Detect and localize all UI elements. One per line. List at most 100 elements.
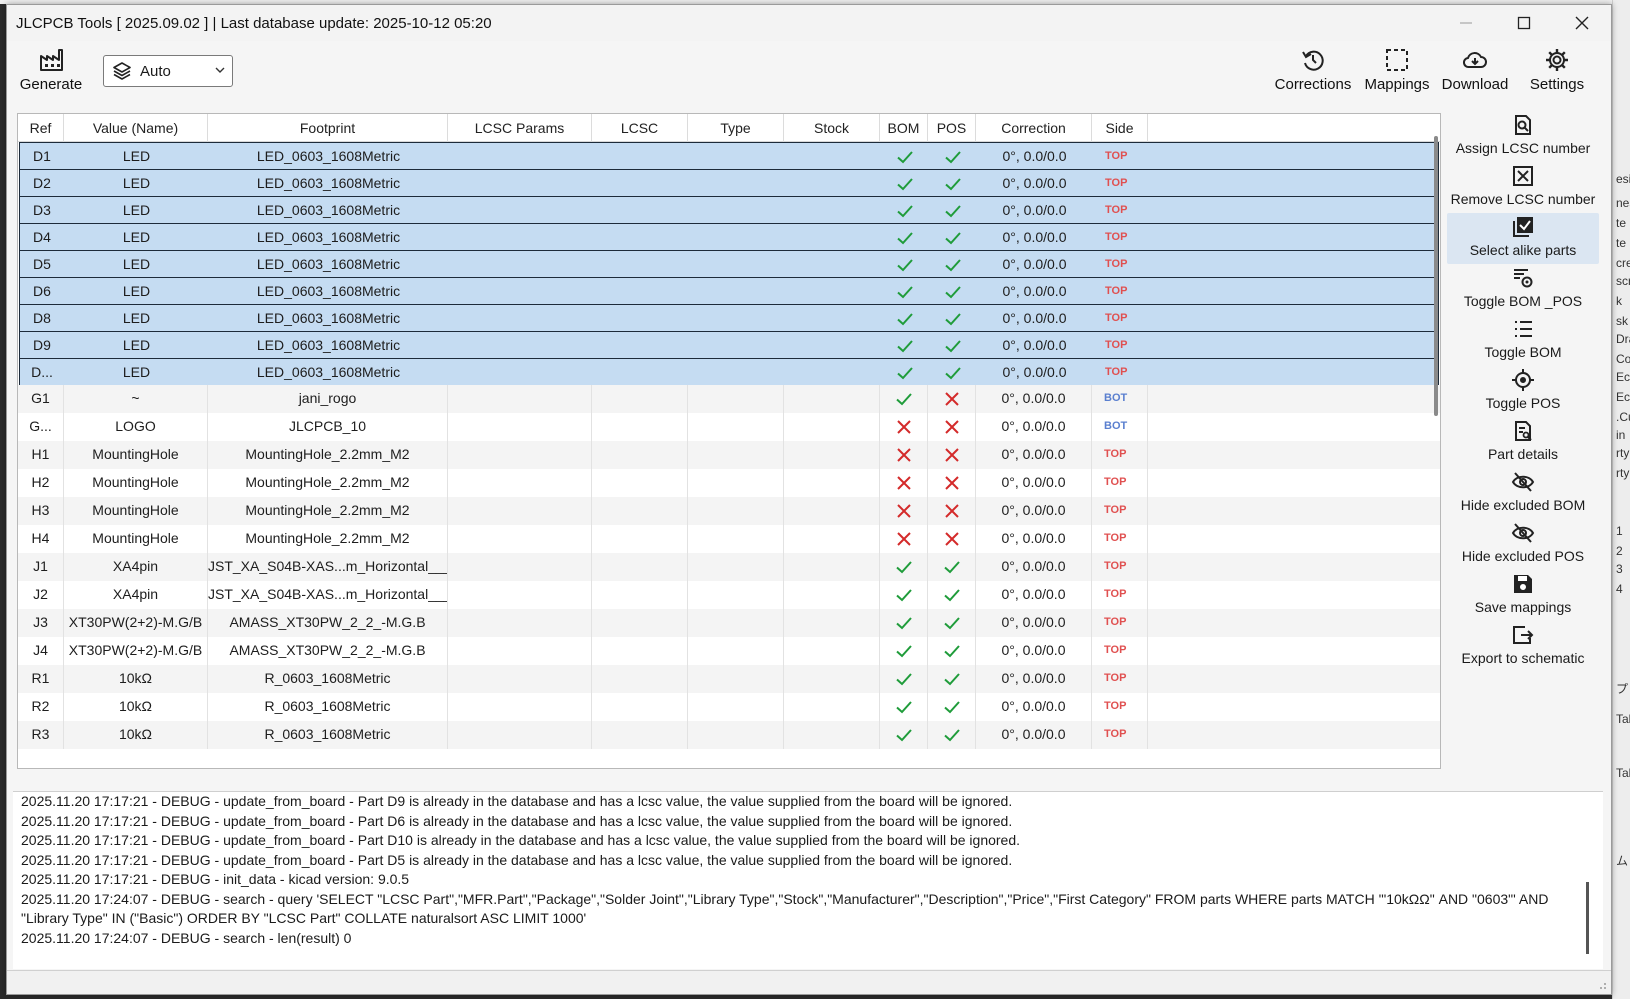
action-label: Hide excluded POS (1461, 548, 1585, 564)
table-row[interactable]: D8 LED LED_0603_1608Metric 0°, 0.0/0.0 TOP (19, 304, 1439, 332)
table-row[interactable]: H1 MountingHole MountingHole_2.2mm_M2 0°, 0… (18, 441, 1440, 469)
cell-type (689, 251, 785, 277)
cell-correction: 0°, 0.0/0.0 (1002, 310, 1067, 326)
column-header-value[interactable]: Value (Name) (64, 114, 208, 142)
cell-correction: 0°, 0.0/0.0 (976, 497, 1092, 525)
eye-off-icon (1511, 472, 1535, 492)
cell-lcsc-params (448, 525, 592, 553)
action-export-to-schematic-button[interactable]: Export to schematic (1447, 621, 1599, 672)
cell-bom (880, 693, 928, 721)
column-header-pos[interactable]: POS (928, 114, 976, 142)
table-row[interactable]: R1 10kΩ R_0603_1608Metric 0°, 0.0/0.0 TOP (18, 665, 1440, 693)
status-bar (7, 970, 1611, 994)
table-row[interactable]: R3 10kΩ R_0603_1608Metric 0°, 0.0/0.0 TOP (18, 721, 1440, 749)
corrections-button[interactable]: Corrections (1271, 47, 1355, 93)
generate-button[interactable]: Generate (13, 47, 89, 93)
window-title: JLCPCB Tools [ 2025.09.02 ] | Last datab… (16, 14, 492, 32)
cell-lcsc (593, 278, 689, 304)
action-label: Save mappings (1474, 599, 1572, 615)
minimize-button[interactable] (1437, 5, 1495, 41)
maximize-button[interactable] (1495, 5, 1553, 41)
cell-type (688, 469, 784, 497)
cell-ref: G1 (18, 385, 64, 413)
table-row[interactable]: H2 MountingHole MountingHole_2.2mm_M2 0°, 0… (18, 469, 1440, 497)
column-header-stock[interactable]: Stock (784, 114, 880, 142)
table-row[interactable]: D4 LED LED_0603_1608Metric 0°, 0.0/0.0 TOP (19, 223, 1439, 251)
action-toggle-pos-button[interactable]: Toggle POS (1447, 366, 1599, 417)
table-row[interactable]: J4 XT30PW(2+2)-M.G/B AMASS_XT30PW_2_2_-M.G… (18, 637, 1440, 665)
cell-type (688, 693, 784, 721)
cell-bom (881, 305, 929, 331)
table-row[interactable]: G1 ~ jani_rogo 0°, 0.0/0.0 BOT (18, 385, 1440, 413)
column-header-bom[interactable]: BOM (880, 114, 928, 142)
action-toggle-bom-pos-button[interactable]: Toggle BOM _POS (1447, 264, 1599, 315)
action-assign-lcsc-number-button[interactable]: Assign LCSC number (1447, 111, 1599, 162)
cell-footprint: LED_0603_1608Metric (256, 175, 401, 191)
table-row[interactable]: R2 10kΩ R_0603_1608Metric 0°, 0.0/0.0 TOP (18, 693, 1440, 721)
cell-footprint: R_0603_1608Metric (208, 665, 448, 693)
cell-type (688, 553, 784, 581)
cell-lcsc-params (448, 441, 592, 469)
cell-side: TOP (1092, 721, 1148, 749)
column-header-side[interactable]: Side (1092, 114, 1148, 142)
action-hide-excluded-pos-button[interactable]: Hide excluded POS (1447, 519, 1599, 570)
cell-filler (1148, 525, 1440, 553)
log-line: 2025.11.20 17:24:07 - DEBUG - search - q… (21, 890, 1549, 927)
column-header-correction[interactable]: Correction (976, 114, 1092, 142)
cell-side: TOP (1092, 637, 1148, 665)
gear-icon (1546, 49, 1568, 71)
action-save-mappings-button[interactable]: Save mappings (1447, 570, 1599, 621)
column-header-lcsc-params[interactable]: LCSC Params (448, 114, 592, 142)
column-header-ref[interactable]: Ref (18, 114, 64, 142)
table-row[interactable]: D6 LED LED_0603_1608Metric 0°, 0.0/0.0 TOP (19, 277, 1439, 305)
check-icon (943, 617, 960, 630)
cell-filler (1148, 469, 1440, 497)
cell-lcsc-params (448, 553, 592, 581)
cell-correction: 0°, 0.0/0.0 (976, 581, 1092, 609)
action-hide-excluded-bom-button[interactable]: Hide excluded BOM (1447, 468, 1599, 519)
cell-bom (881, 359, 929, 385)
table-row[interactable]: G... LOGO JLCPCB_10 0°, 0.0/0.0 BOT (18, 413, 1440, 441)
table-row[interactable]: J1 XA4pin JST_XA_S04B-XAS...m_Horizontal__… (18, 553, 1440, 581)
close-button[interactable] (1553, 5, 1611, 41)
cell-pos (929, 332, 977, 358)
cell-lcsc-params (449, 251, 593, 277)
column-header-footprint[interactable]: Footprint (208, 114, 448, 142)
table-row[interactable]: J3 XT30PW(2+2)-M.G/B AMASS_XT30PW_2_2_-M.G… (18, 609, 1440, 637)
table-row[interactable]: D9 LED LED_0603_1608Metric 0°, 0.0/0.0 TOP (19, 331, 1439, 359)
background-text-fragment: scr (1616, 274, 1630, 288)
action-select-alike-parts-button[interactable]: Select alike parts (1447, 213, 1599, 264)
table-scrollbar[interactable] (1434, 136, 1438, 416)
cell-lcsc (592, 413, 688, 441)
layer-select[interactable]: Auto (103, 55, 233, 87)
cell-value: 10kΩ (64, 693, 208, 721)
table-row[interactable]: J2 XA4pin JST_XA_S04B-XAS...m_Horizontal__… (18, 581, 1440, 609)
column-header-lcsc[interactable]: LCSC (592, 114, 688, 142)
cell-bom (880, 497, 928, 525)
cell-side: TOP (1092, 665, 1148, 693)
cell-ref: D9 (33, 337, 51, 353)
column-header-type[interactable]: Type (688, 114, 784, 142)
table-row[interactable]: D5 LED LED_0603_1608Metric 0°, 0.0/0.0 TOP (19, 250, 1439, 278)
cell-ref: J1 (18, 553, 64, 581)
table-row[interactable]: D1 LED LED_0603_1608Metric 0°, 0.0/0.0 TOP (19, 142, 1439, 170)
cell-pos (928, 413, 976, 441)
table-row[interactable]: D... LED LED_0603_1608Metric 0°, 0.0/0.0 TOP (19, 358, 1439, 386)
table-row[interactable]: H4 MountingHole MountingHole_2.2mm_M2 0°, 0… (18, 525, 1440, 553)
table-row[interactable]: H3 MountingHole MountingHole_2.2mm_M2 0°, 0… (18, 497, 1440, 525)
cell-filler (1149, 251, 1438, 277)
action-part-details-button[interactable]: Part details (1447, 417, 1599, 468)
action-remove-lcsc-number-button[interactable]: Remove LCSC number (1447, 162, 1599, 213)
cross-icon (944, 392, 959, 407)
settings-button[interactable]: Settings (1519, 47, 1595, 93)
action-toggle-bom-button[interactable]: Toggle BOM (1447, 315, 1599, 366)
cross-icon (944, 476, 959, 491)
download-button[interactable]: Download (1437, 47, 1513, 93)
cell-stock (784, 693, 880, 721)
log-scrollbar[interactable] (1586, 882, 1589, 954)
table-row[interactable]: D2 LED LED_0603_1608Metric 0°, 0.0/0.0 TOP (19, 169, 1439, 197)
table-row[interactable]: D3 LED LED_0603_1608Metric 0°, 0.0/0.0 TOP (19, 196, 1439, 224)
resize-grip-icon[interactable] (1597, 980, 1607, 990)
cell-correction: 0°, 0.0/0.0 (976, 693, 1092, 721)
mappings-button[interactable]: Mappings (1359, 47, 1435, 93)
